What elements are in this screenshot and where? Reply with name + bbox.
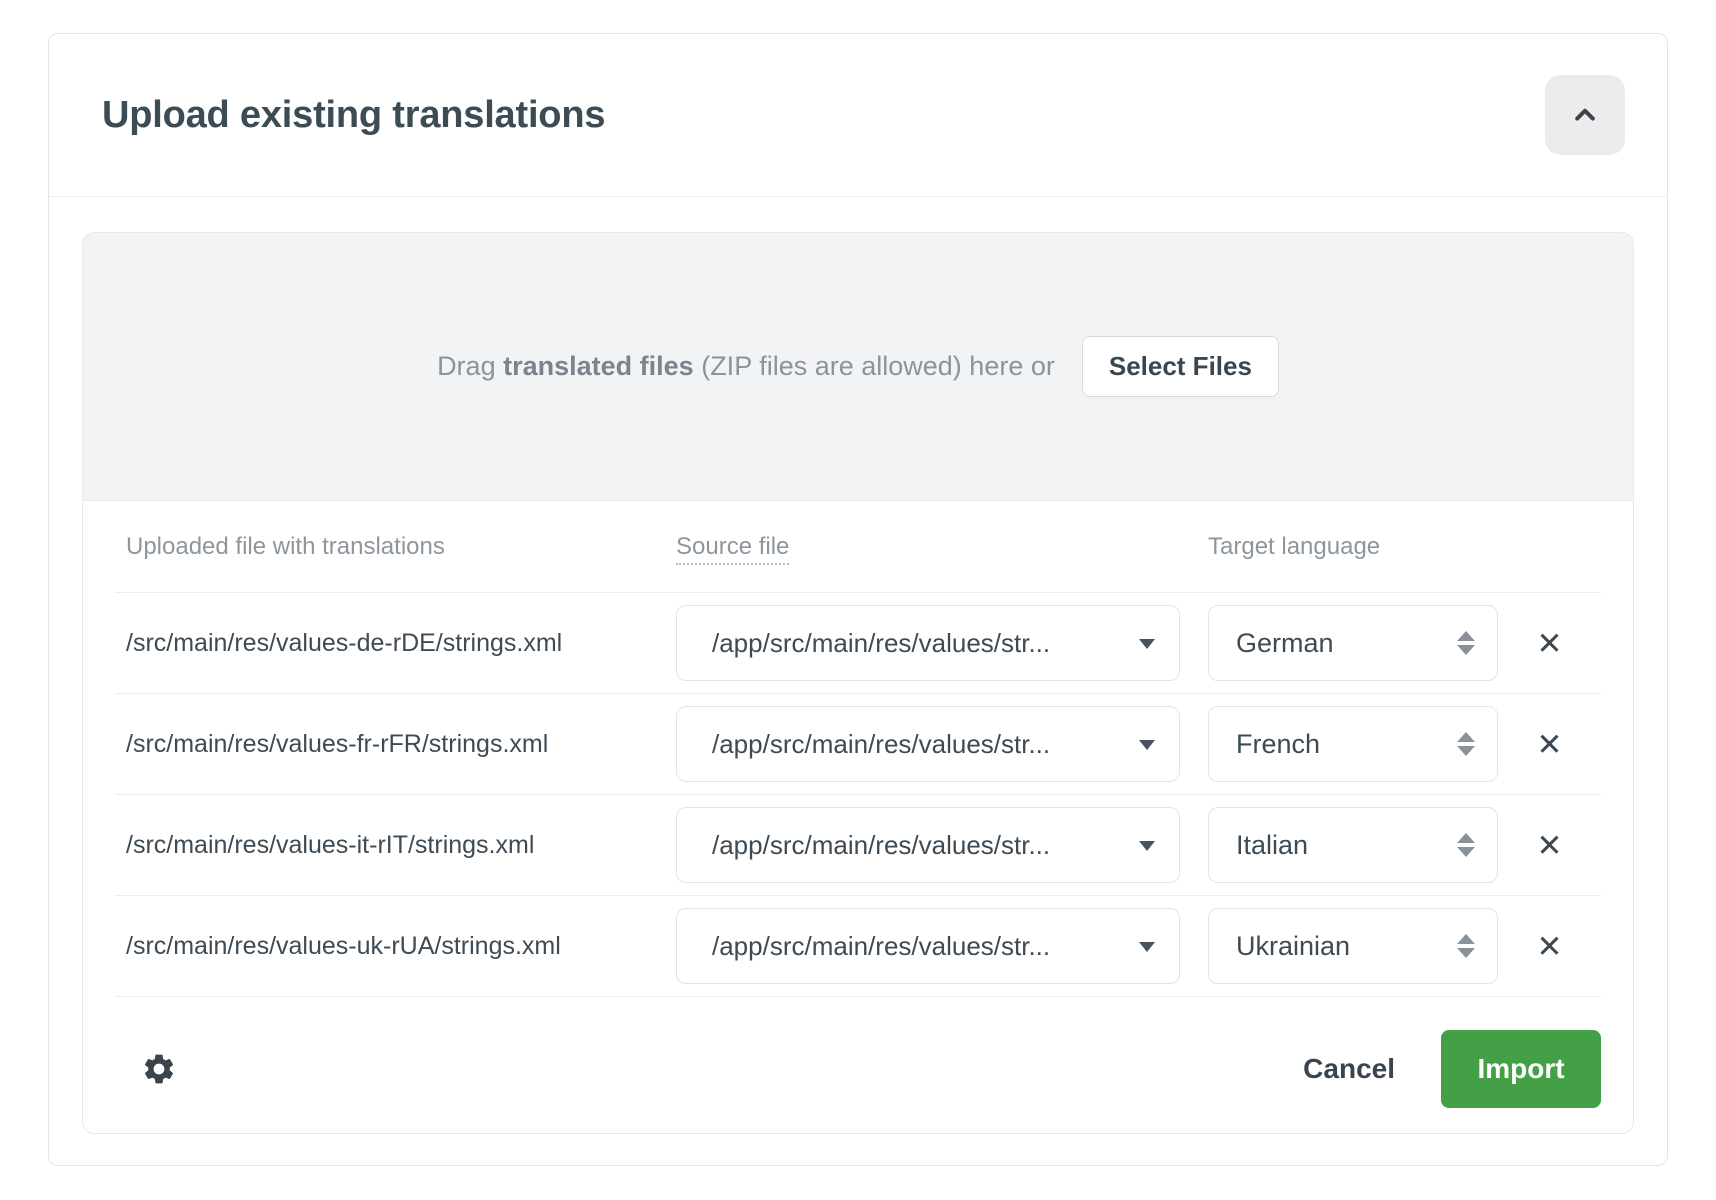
target-language-select[interactable]: German <box>1208 605 1498 681</box>
table-row: /src/main/res/values-de-rDE/strings.xml … <box>115 593 1601 694</box>
target-language-select[interactable]: Italian <box>1208 807 1498 883</box>
import-button[interactable]: Import <box>1441 1030 1601 1108</box>
sort-arrows-icon <box>1457 833 1475 857</box>
target-language-value: Italian <box>1236 830 1308 861</box>
target-language-select[interactable]: French <box>1208 706 1498 782</box>
source-file-value: /app/src/main/res/values/str... <box>712 729 1050 760</box>
source-file-value: /app/src/main/res/values/str... <box>712 830 1050 861</box>
uploaded-file-path: /src/main/res/values-uk-rUA/strings.xml <box>115 932 676 961</box>
source-file-dropdown[interactable]: /app/src/main/res/values/str... <box>676 807 1180 883</box>
source-file-value: /app/src/main/res/values/str... <box>712 931 1050 962</box>
col-header-target-language: Target language <box>1208 533 1380 560</box>
sort-arrows-icon <box>1457 732 1475 756</box>
caret-down-icon <box>1139 639 1155 657</box>
panel-header: Upload existing translations <box>49 34 1667 197</box>
source-file-dropdown[interactable]: /app/src/main/res/values/str... <box>676 605 1180 681</box>
source-file-dropdown[interactable]: /app/src/main/res/values/str... <box>676 908 1180 984</box>
target-language-value: French <box>1236 729 1320 760</box>
table-row: /src/main/res/values-it-rIT/strings.xml … <box>115 795 1601 896</box>
caret-down-icon <box>1139 740 1155 758</box>
dropzone-text-prefix: Drag <box>437 351 496 381</box>
table-header-row: Uploaded file with translations Source f… <box>115 501 1601 593</box>
gear-icon <box>141 1051 177 1087</box>
upload-form: Drag translated files (ZIP files are all… <box>82 232 1634 1134</box>
remove-row-button[interactable]: ✕ <box>1537 830 1563 861</box>
page-title: Upload existing translations <box>102 94 605 137</box>
caret-down-icon <box>1139 841 1155 859</box>
file-dropzone[interactable]: Drag translated files (ZIP files are all… <box>83 233 1633 501</box>
sort-arrows-icon <box>1457 934 1475 958</box>
dropzone-text-bold: translated files <box>503 351 694 381</box>
upload-translations-panel: Upload existing translations Drag transl… <box>48 33 1668 1166</box>
collapse-panel-button[interactable] <box>1545 75 1625 155</box>
remove-row-button[interactable]: ✕ <box>1537 729 1563 760</box>
select-files-button[interactable]: Select Files <box>1082 336 1279 397</box>
uploaded-file-path: /src/main/res/values-de-rDE/strings.xml <box>115 629 676 658</box>
source-file-dropdown[interactable]: /app/src/main/res/values/str... <box>676 706 1180 782</box>
uploaded-files-table: Uploaded file with translations Source f… <box>83 501 1633 1134</box>
sort-arrows-icon <box>1457 631 1475 655</box>
caret-down-icon <box>1139 942 1155 960</box>
target-language-value: Ukrainian <box>1236 931 1350 962</box>
uploaded-file-path: /src/main/res/values-fr-rFR/strings.xml <box>115 730 676 759</box>
remove-row-button[interactable]: ✕ <box>1537 931 1563 962</box>
cancel-button[interactable]: Cancel <box>1303 1053 1395 1085</box>
uploaded-file-path: /src/main/res/values-it-rIT/strings.xml <box>115 831 676 860</box>
target-language-value: German <box>1236 628 1334 659</box>
target-language-select[interactable]: Ukrainian <box>1208 908 1498 984</box>
dropzone-text-suffix: (ZIP files are allowed) here or <box>701 351 1055 381</box>
remove-row-button[interactable]: ✕ <box>1537 628 1563 659</box>
chevron-up-icon <box>1568 98 1602 132</box>
table-row: /src/main/res/values-fr-rFR/strings.xml … <box>115 694 1601 795</box>
form-footer: Cancel Import <box>115 997 1601 1134</box>
dropzone-text: Drag translated files (ZIP files are all… <box>437 351 1055 382</box>
table-row: /src/main/res/values-uk-rUA/strings.xml … <box>115 896 1601 997</box>
col-header-uploaded-file: Uploaded file with translations <box>126 533 445 560</box>
col-header-source-file[interactable]: Source file <box>676 533 789 565</box>
settings-button[interactable] <box>141 1051 177 1087</box>
source-file-value: /app/src/main/res/values/str... <box>712 628 1050 659</box>
